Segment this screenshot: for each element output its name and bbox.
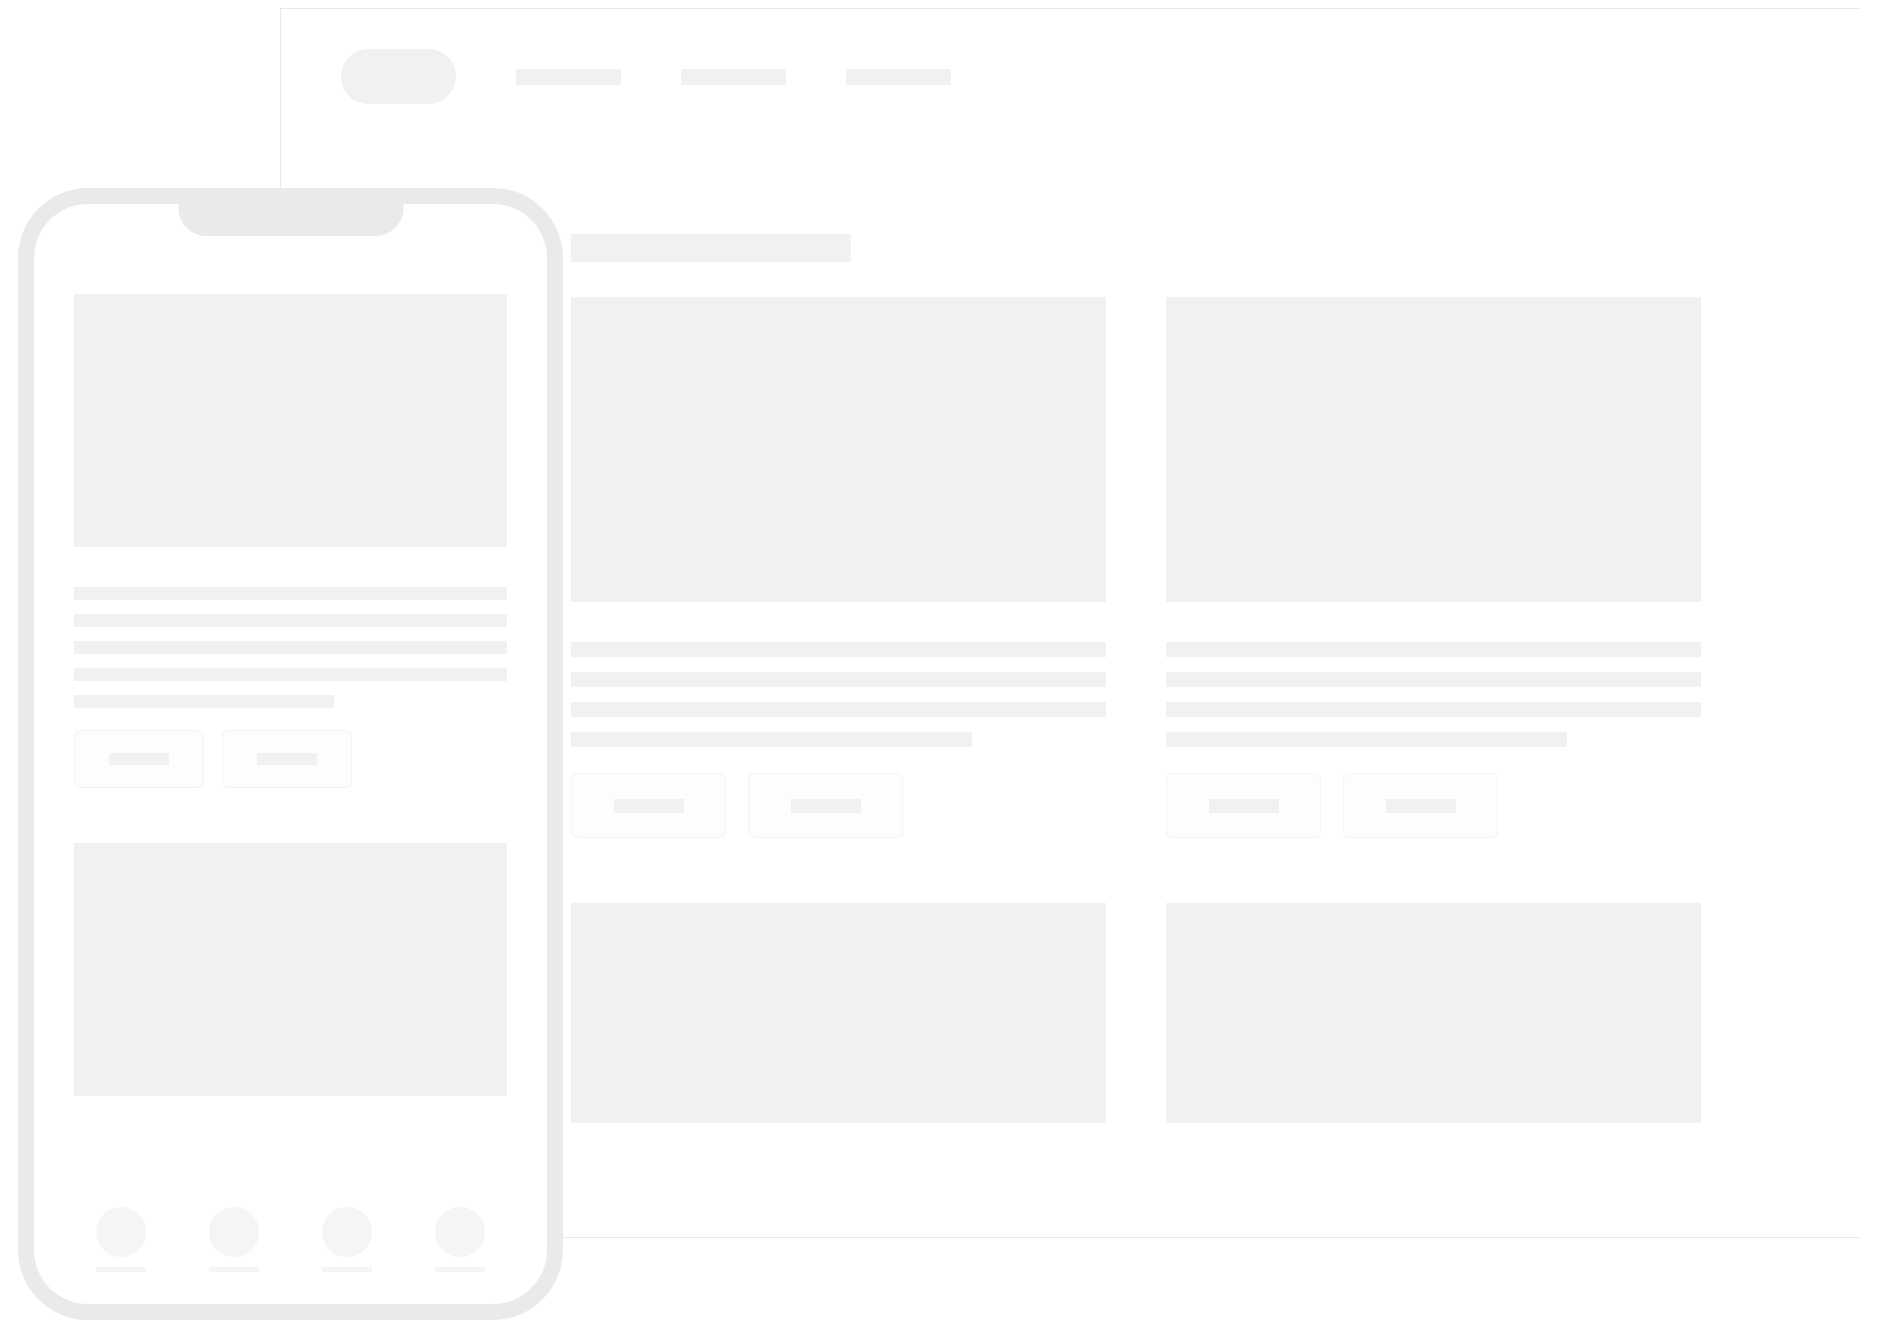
tab-item-3[interactable] (322, 1207, 372, 1272)
tab-icon-placeholder (435, 1207, 485, 1257)
button-label-placeholder (614, 799, 684, 813)
text-line-placeholder (571, 732, 972, 747)
card-image-placeholder[interactable] (571, 903, 1106, 1123)
content-heading-placeholder (571, 234, 851, 262)
cards-row-2 (571, 903, 1860, 1123)
text-line-placeholder (74, 695, 334, 708)
tab-item-1[interactable] (96, 1207, 146, 1272)
text-line-placeholder (74, 668, 507, 681)
browser-header (281, 9, 1860, 144)
card-buttons (571, 773, 1106, 838)
card-button-2[interactable] (1343, 773, 1498, 838)
button-label-placeholder (1209, 799, 1279, 813)
tab-icon-placeholder (96, 1207, 146, 1257)
phone-notch (178, 204, 403, 236)
cards-row-1 (571, 297, 1860, 838)
text-line-placeholder (74, 587, 507, 600)
tab-item-2[interactable] (209, 1207, 259, 1272)
nav-item-1[interactable] (516, 69, 621, 85)
tab-label-placeholder (322, 1267, 372, 1272)
phone-button-1[interactable] (74, 730, 204, 788)
phone-tabbar (34, 1207, 547, 1272)
tab-item-4[interactable] (435, 1207, 485, 1272)
phone-mockup (18, 188, 563, 1320)
card-image-placeholder[interactable] (571, 297, 1106, 602)
tab-label-placeholder (435, 1267, 485, 1272)
tab-icon-placeholder (209, 1207, 259, 1257)
text-line-placeholder (1166, 732, 1567, 747)
card-button-2[interactable] (748, 773, 903, 838)
button-label-placeholder (1386, 799, 1456, 813)
logo-placeholder[interactable] (341, 49, 456, 104)
tab-label-placeholder (96, 1267, 146, 1272)
text-line-placeholder (571, 702, 1106, 717)
card-2 (1166, 297, 1701, 838)
text-line-placeholder (571, 642, 1106, 657)
button-label-placeholder (109, 753, 169, 765)
phone-button-2[interactable] (222, 730, 352, 788)
card-1 (571, 297, 1106, 838)
nav-item-3[interactable] (846, 69, 951, 85)
card-button-1[interactable] (1166, 773, 1321, 838)
phone-card-image-placeholder[interactable] (74, 294, 507, 547)
card-4 (1166, 903, 1701, 1123)
card-3 (571, 903, 1106, 1123)
card-image-placeholder[interactable] (1166, 297, 1701, 602)
card-image-placeholder[interactable] (1166, 903, 1701, 1123)
text-line-placeholder (1166, 642, 1701, 657)
text-line-placeholder (571, 672, 1106, 687)
card-buttons (1166, 773, 1701, 838)
text-line-placeholder (74, 641, 507, 654)
card-button-1[interactable] (571, 773, 726, 838)
text-line-placeholder (74, 614, 507, 627)
tab-label-placeholder (209, 1267, 259, 1272)
phone-content (34, 204, 547, 1096)
text-line-placeholder (1166, 672, 1701, 687)
nav-item-2[interactable] (681, 69, 786, 85)
text-line-placeholder (1166, 702, 1701, 717)
phone-buttons (74, 730, 507, 788)
button-label-placeholder (791, 799, 861, 813)
tab-icon-placeholder (322, 1207, 372, 1257)
button-label-placeholder (257, 753, 317, 765)
phone-card-image-placeholder[interactable] (74, 843, 507, 1096)
